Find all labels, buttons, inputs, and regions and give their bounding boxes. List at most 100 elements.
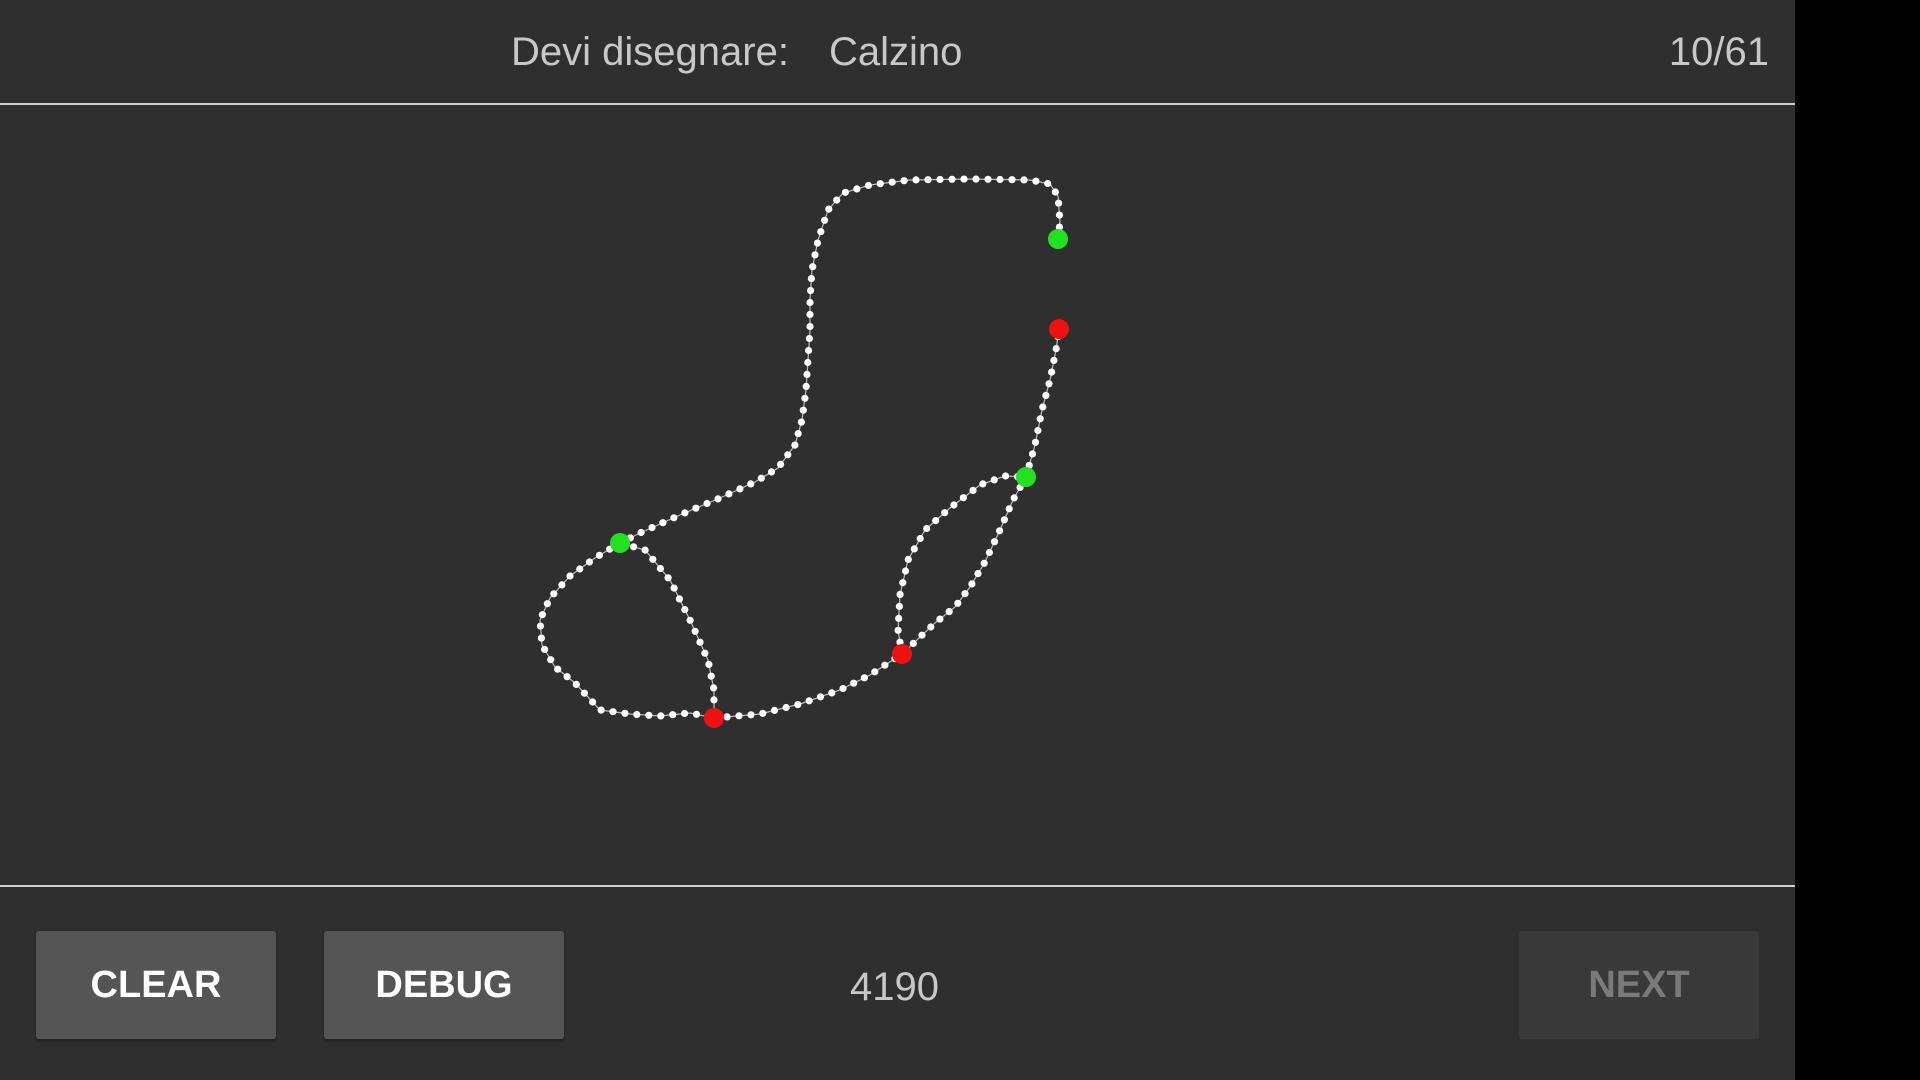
stroke-point bbox=[747, 711, 755, 719]
stroke-point bbox=[686, 616, 694, 624]
stroke-point bbox=[675, 595, 684, 603]
stroke-point bbox=[797, 418, 806, 426]
stroke-point bbox=[1034, 426, 1042, 435]
stroke-point bbox=[803, 370, 811, 378]
stroke-points bbox=[536, 175, 1064, 722]
stroke-point bbox=[633, 710, 641, 719]
stroke-point bbox=[585, 558, 594, 566]
stroke-point bbox=[791, 441, 799, 449]
stroke-point bbox=[806, 298, 814, 307]
stroke-point bbox=[1039, 403, 1047, 411]
stroke-point bbox=[664, 574, 672, 582]
stroke-point bbox=[901, 567, 910, 575]
stroke-point bbox=[707, 672, 715, 680]
stroke-point bbox=[860, 674, 869, 682]
clear-button[interactable]: CLEAR bbox=[36, 931, 276, 1039]
stroke-point bbox=[813, 239, 822, 247]
stroke-point bbox=[894, 626, 902, 634]
stroke-point bbox=[807, 275, 816, 283]
stroke-point bbox=[621, 709, 629, 717]
stroke-point bbox=[681, 606, 689, 614]
debug-button[interactable]: DEBUG bbox=[324, 931, 564, 1039]
stroke-point bbox=[923, 524, 931, 533]
stroke-point bbox=[806, 322, 814, 331]
stroke-point bbox=[547, 656, 555, 664]
stroke-point bbox=[597, 706, 605, 714]
drawing-app: Devi disegnare: Calzino 10/61 CLEAR DEBU… bbox=[0, 0, 1795, 1080]
stroke-point bbox=[630, 543, 638, 551]
stroke-point bbox=[945, 608, 953, 616]
stroke-point bbox=[959, 494, 968, 502]
progress-counter: 10/61 bbox=[1668, 30, 1769, 74]
stroke-point bbox=[936, 175, 944, 184]
stroke-point bbox=[648, 524, 656, 532]
stroke-point bbox=[888, 178, 896, 186]
stroke-point bbox=[554, 665, 562, 673]
prompt-label: Devi disegnare: bbox=[511, 30, 789, 74]
footer-bar: CLEAR DEBUG 4190 NEXT bbox=[0, 885, 1795, 1080]
stroke-point bbox=[807, 287, 815, 295]
stroke-point bbox=[948, 175, 956, 183]
stroke-point bbox=[910, 545, 918, 553]
stroke-point bbox=[659, 519, 667, 527]
stroke-point bbox=[841, 188, 850, 196]
stroke-point bbox=[550, 590, 558, 598]
stroke-end-marker bbox=[704, 708, 724, 728]
stroke-point bbox=[900, 177, 908, 185]
stroke-point bbox=[543, 600, 552, 608]
stroke-point bbox=[572, 680, 580, 689]
stroke-point bbox=[912, 176, 920, 184]
stroke-point bbox=[1008, 176, 1016, 184]
stroke-point bbox=[589, 698, 597, 706]
stroke-point bbox=[909, 639, 917, 648]
stroke-point bbox=[1045, 380, 1053, 388]
stroke-point bbox=[770, 706, 779, 715]
stroke-point bbox=[899, 579, 907, 587]
stroke-point bbox=[645, 711, 653, 719]
stroke-point bbox=[1010, 494, 1018, 502]
stroke-point bbox=[968, 580, 976, 588]
stroke-point bbox=[1042, 391, 1050, 399]
stroke-point bbox=[782, 703, 790, 712]
stroke-point bbox=[1050, 356, 1058, 364]
stroke-point bbox=[806, 310, 814, 319]
stroke-point bbox=[864, 181, 873, 190]
drawing-canvas[interactable] bbox=[0, 105, 1795, 887]
next-button[interactable]: NEXT bbox=[1519, 931, 1759, 1039]
stroke-point bbox=[714, 495, 722, 503]
stroke-point bbox=[918, 631, 926, 639]
stroke-point bbox=[595, 551, 604, 559]
stroke-point bbox=[609, 708, 617, 716]
stroke-line bbox=[897, 475, 1027, 655]
stroke-point bbox=[985, 548, 994, 557]
stroke-point bbox=[767, 468, 776, 476]
stroke-point bbox=[825, 205, 833, 213]
stroke-point bbox=[996, 527, 1004, 535]
stroke-point bbox=[566, 572, 574, 580]
stroke-point bbox=[1048, 368, 1056, 376]
stroke-point bbox=[904, 555, 912, 564]
stroke-point bbox=[804, 358, 812, 367]
prompt-word: Calzino bbox=[829, 30, 963, 74]
stroke-point bbox=[670, 514, 678, 522]
stroke-point bbox=[759, 709, 767, 717]
stroke-point bbox=[839, 684, 847, 693]
stroke-point bbox=[936, 615, 944, 623]
stroke-point bbox=[784, 451, 792, 459]
stroke-point bbox=[895, 614, 903, 623]
stroke-point bbox=[950, 501, 958, 509]
stroke-point bbox=[637, 528, 645, 537]
stroke-point bbox=[541, 645, 549, 654]
stroke-point bbox=[1005, 505, 1013, 513]
stroke-line bbox=[539, 542, 715, 719]
stroke-point bbox=[692, 710, 701, 718]
stroke-point bbox=[701, 649, 709, 657]
header-bar: Devi disegnare: Calzino 10/61 bbox=[0, 0, 1795, 105]
stroke-point bbox=[828, 689, 836, 697]
stroke-point bbox=[895, 602, 904, 611]
stroke-point bbox=[896, 590, 904, 599]
stroke-point bbox=[563, 673, 571, 681]
stroke-point bbox=[801, 394, 809, 402]
stroke-point bbox=[833, 196, 841, 204]
stroke-point bbox=[696, 638, 704, 646]
